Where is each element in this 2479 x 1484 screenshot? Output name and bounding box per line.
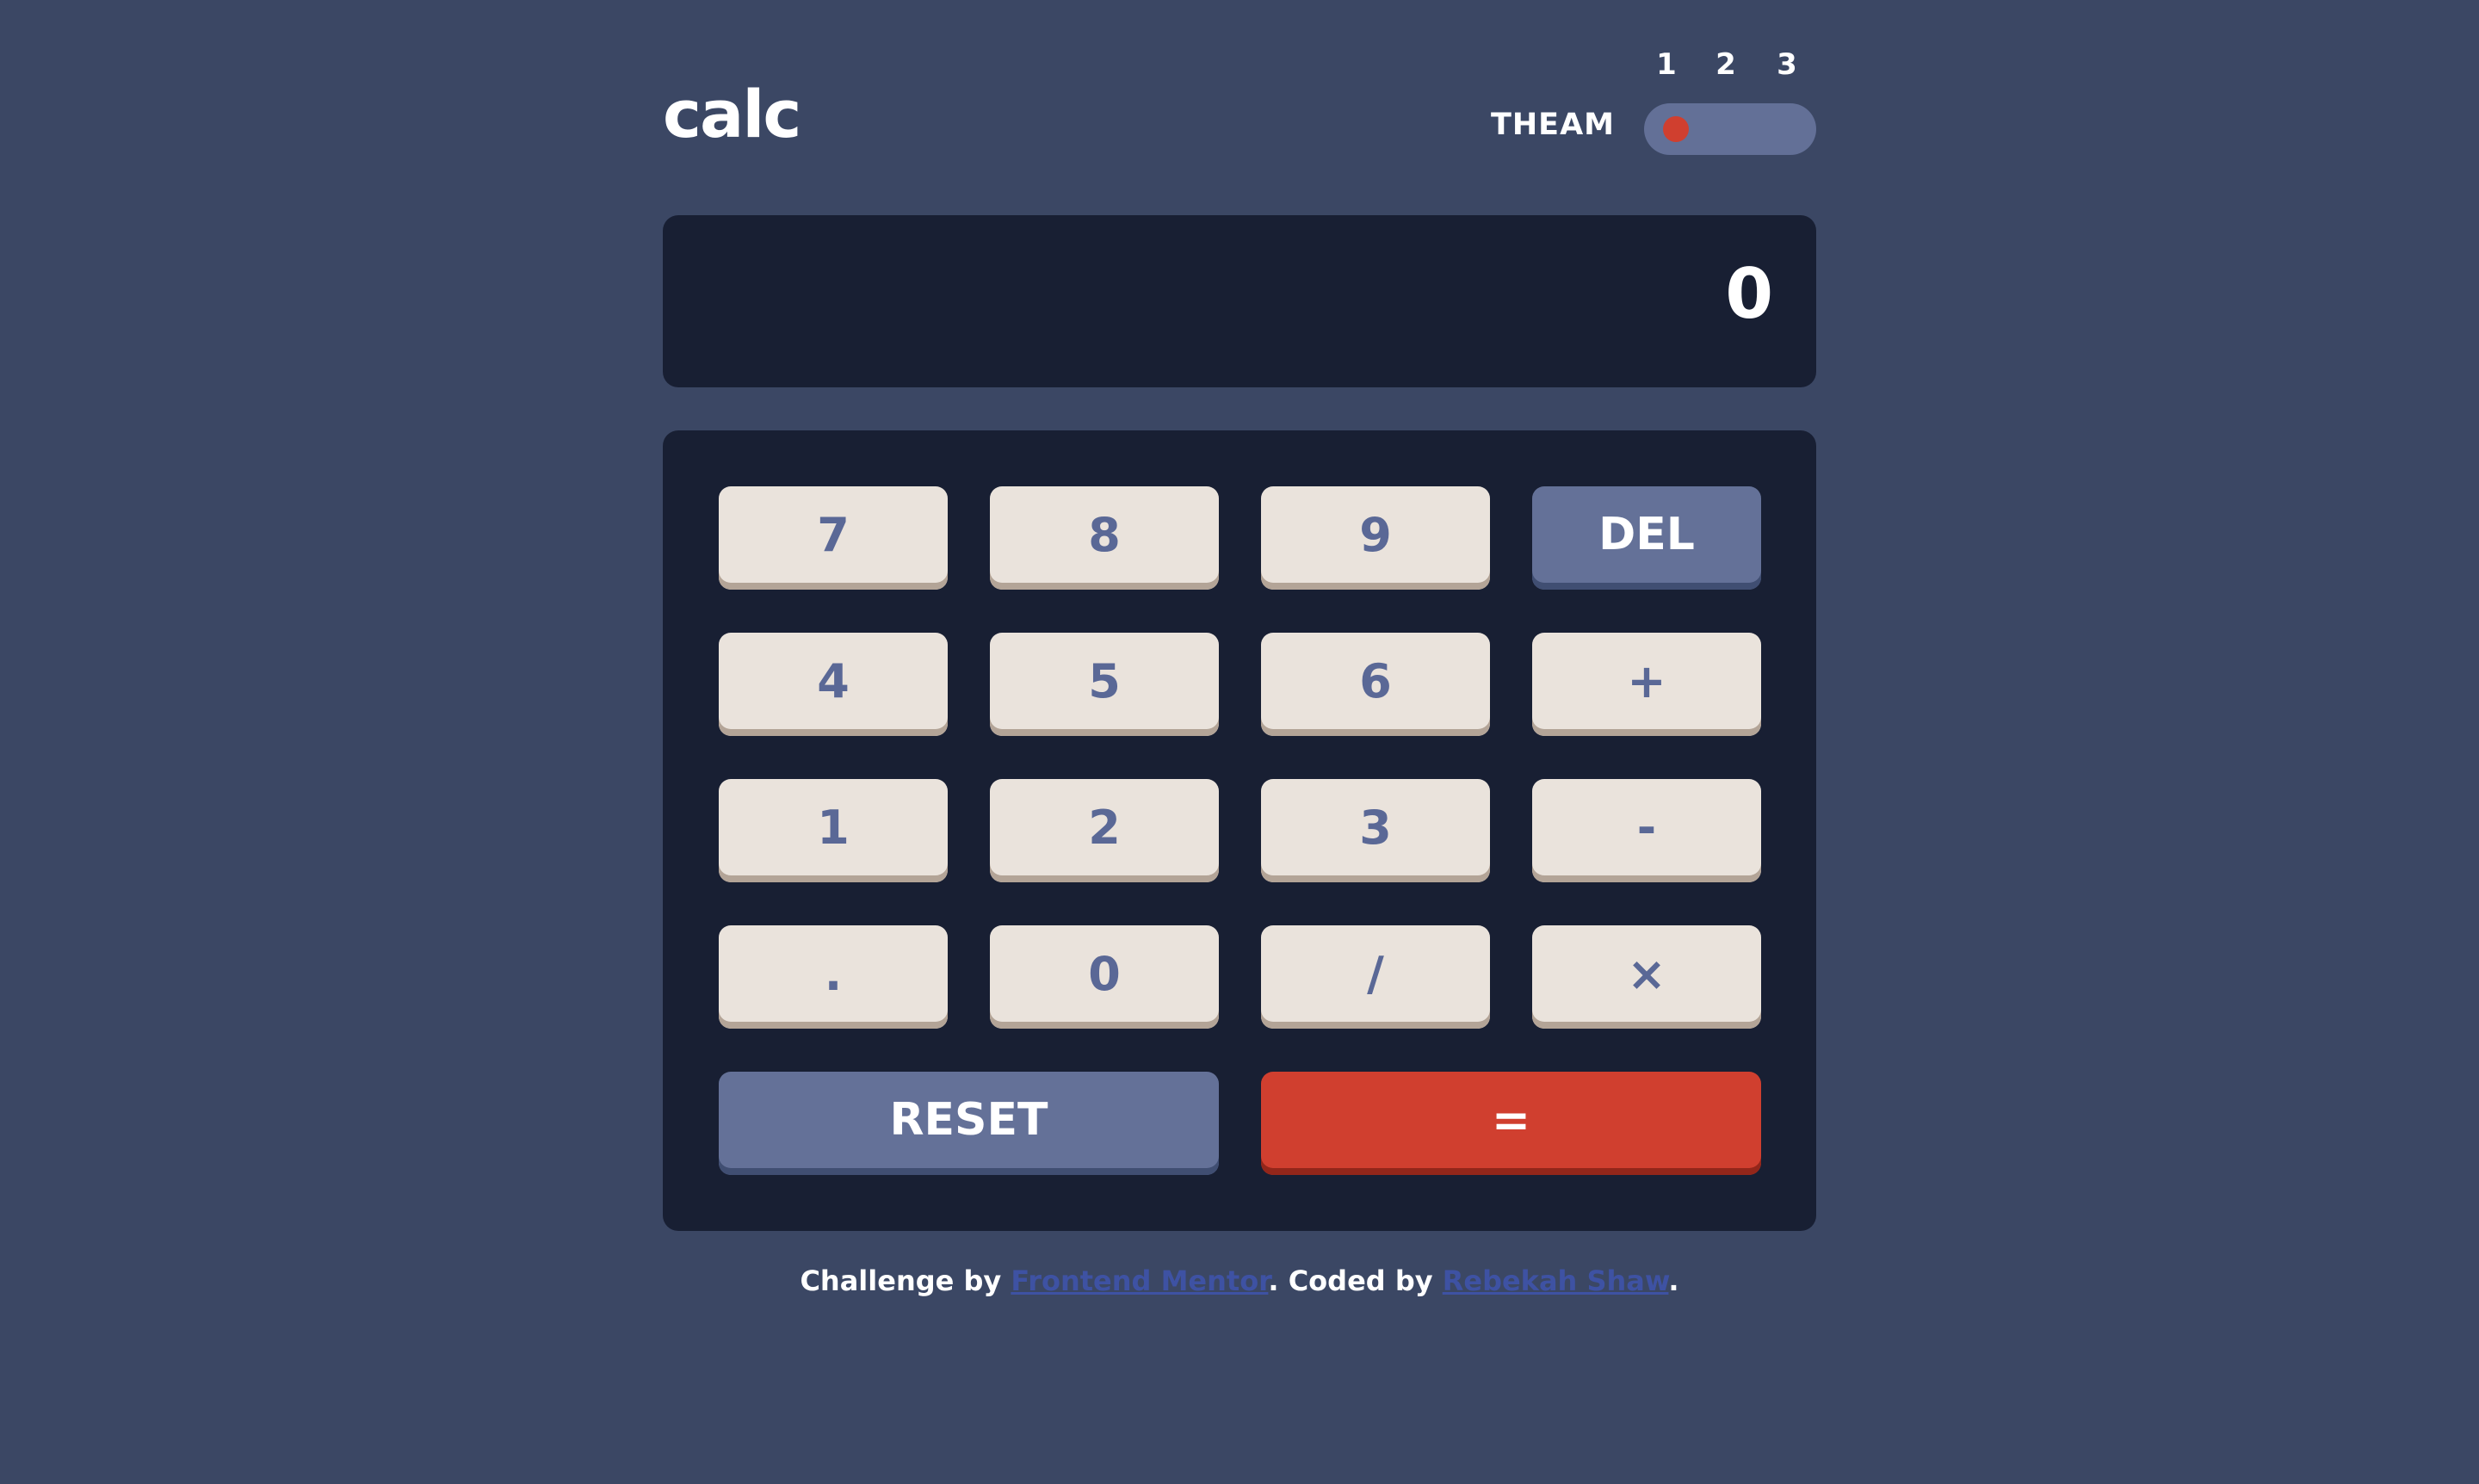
frontend-mentor-link[interactable]: Frontend Mentor: [1011, 1264, 1268, 1297]
theme-number-2[interactable]: 2: [1709, 50, 1743, 79]
key-label: 9: [1359, 507, 1392, 562]
logo: calc: [663, 76, 801, 152]
display-screen: 0: [663, 215, 1816, 387]
key-label: -: [1636, 800, 1657, 855]
key-6[interactable]: 6: [1261, 633, 1490, 736]
key-label: 6: [1359, 653, 1392, 708]
key-label: 1: [817, 800, 850, 855]
footer-prefix: Challenge by: [800, 1264, 1011, 1297]
multiply-button[interactable]: ×: [1532, 925, 1761, 1029]
key-label: ×: [1627, 946, 1666, 1001]
key-label: 4: [817, 653, 850, 708]
key-label: .: [824, 946, 843, 1001]
minus-button[interactable]: -: [1532, 779, 1761, 882]
theme-label: THEAM: [1491, 108, 1615, 142]
divide-button[interactable]: /: [1261, 925, 1490, 1029]
equals-button[interactable]: =: [1261, 1072, 1761, 1175]
key-label: 0: [1088, 946, 1121, 1001]
attribution-footer: Challenge by Frontend Mentor. Coded by R…: [663, 1267, 1816, 1295]
key-label: RESET: [889, 1094, 1048, 1146]
key-5[interactable]: 5: [990, 633, 1219, 736]
key-label: +: [1627, 653, 1666, 708]
display-value: 0: [1725, 254, 1773, 334]
author-link[interactable]: Rebekah Shaw: [1443, 1264, 1669, 1297]
key-8[interactable]: 8: [990, 486, 1219, 590]
theme-number-3[interactable]: 3: [1770, 50, 1804, 79]
key-4[interactable]: 4: [719, 633, 948, 736]
keypad: 7 8 9 DEL 4 5 6 + 1 2 3 - . 0 / × RESET …: [663, 430, 1816, 1231]
key-9[interactable]: 9: [1261, 486, 1490, 590]
plus-button[interactable]: +: [1532, 633, 1761, 736]
theme-numbers: 1 2 3: [1644, 50, 1816, 84]
key-0[interactable]: 0: [990, 925, 1219, 1029]
key-label: 2: [1088, 800, 1121, 855]
key-label: 7: [817, 507, 850, 562]
footer-middle: . Coded by: [1268, 1264, 1443, 1297]
footer-suffix: .: [1668, 1264, 1679, 1297]
delete-button[interactable]: DEL: [1532, 486, 1761, 590]
theme-number-1[interactable]: 1: [1649, 50, 1684, 79]
key-label: =: [1491, 1092, 1531, 1147]
header: calc THEAM 1 2 3: [663, 0, 1816, 172]
key-label: 8: [1088, 507, 1121, 562]
reset-button[interactable]: RESET: [719, 1072, 1219, 1175]
key-label: 3: [1359, 800, 1392, 855]
key-7[interactable]: 7: [719, 486, 948, 590]
theme-toggle-knob[interactable]: [1663, 116, 1689, 142]
key-3[interactable]: 3: [1261, 779, 1490, 882]
key-label: /: [1367, 946, 1384, 1001]
key-label: DEL: [1598, 509, 1695, 560]
key-1[interactable]: 1: [719, 779, 948, 882]
theme-toggle[interactable]: [1644, 103, 1816, 155]
calculator-app: calc THEAM 1 2 3 0 7 8 9 DEL 4 5 6 + 1 2…: [663, 0, 1816, 1484]
key-label: 5: [1088, 653, 1121, 708]
decimal-button[interactable]: .: [719, 925, 948, 1029]
key-2[interactable]: 2: [990, 779, 1219, 882]
